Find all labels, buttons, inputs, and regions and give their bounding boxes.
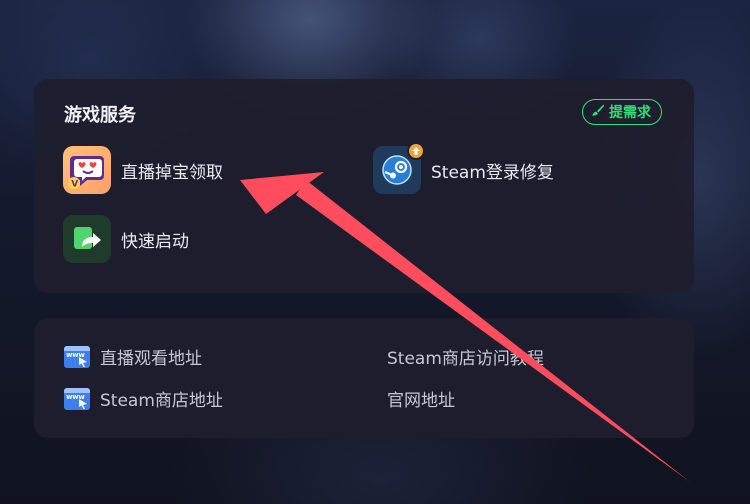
www-icon: www: [64, 387, 90, 410]
link-steam-store[interactable]: www Steam商店地址: [64, 386, 223, 411]
live-drop-icon: V: [63, 146, 111, 194]
service-quick-launch[interactable]: 快速启动: [63, 215, 189, 263]
link-official-site[interactable]: 官网地址: [387, 386, 455, 411]
link-live-watch[interactable]: www 直播观看地址: [64, 344, 202, 369]
link-label: 官网地址: [387, 391, 455, 411]
link-label: Steam商店访问教程: [387, 349, 544, 369]
submit-request-label: 提需求: [609, 105, 651, 121]
quick-launch-icon: [63, 215, 111, 263]
link-label: Steam商店地址: [100, 391, 223, 411]
link-steam-store-guide[interactable]: Steam商店访问教程: [387, 344, 544, 369]
service-steam-repair[interactable]: Steam登录修复: [373, 142, 554, 194]
links-card: www 直播观看地址 Steam商店访问教程 www Steam商店地址 官网地…: [34, 318, 694, 438]
service-label: Steam登录修复: [431, 162, 554, 183]
service-label: 直播掉宝领取: [121, 162, 223, 183]
svg-text:V: V: [71, 180, 78, 190]
link-label: 直播观看地址: [100, 349, 202, 369]
game-services-card: 游戏服务 提需求 V 直播掉宝领取 Steam登录修复 快速启动: [34, 79, 694, 293]
update-badge-icon: [407, 142, 425, 160]
www-icon: www: [64, 345, 90, 368]
service-live-drop[interactable]: V 直播掉宝领取: [63, 146, 223, 194]
submit-request-button[interactable]: 提需求: [582, 99, 662, 125]
brush-icon: [591, 103, 605, 121]
steam-repair-icon: [373, 142, 425, 194]
service-label: 快速启动: [121, 231, 189, 252]
section-title: 游戏服务: [64, 105, 136, 126]
